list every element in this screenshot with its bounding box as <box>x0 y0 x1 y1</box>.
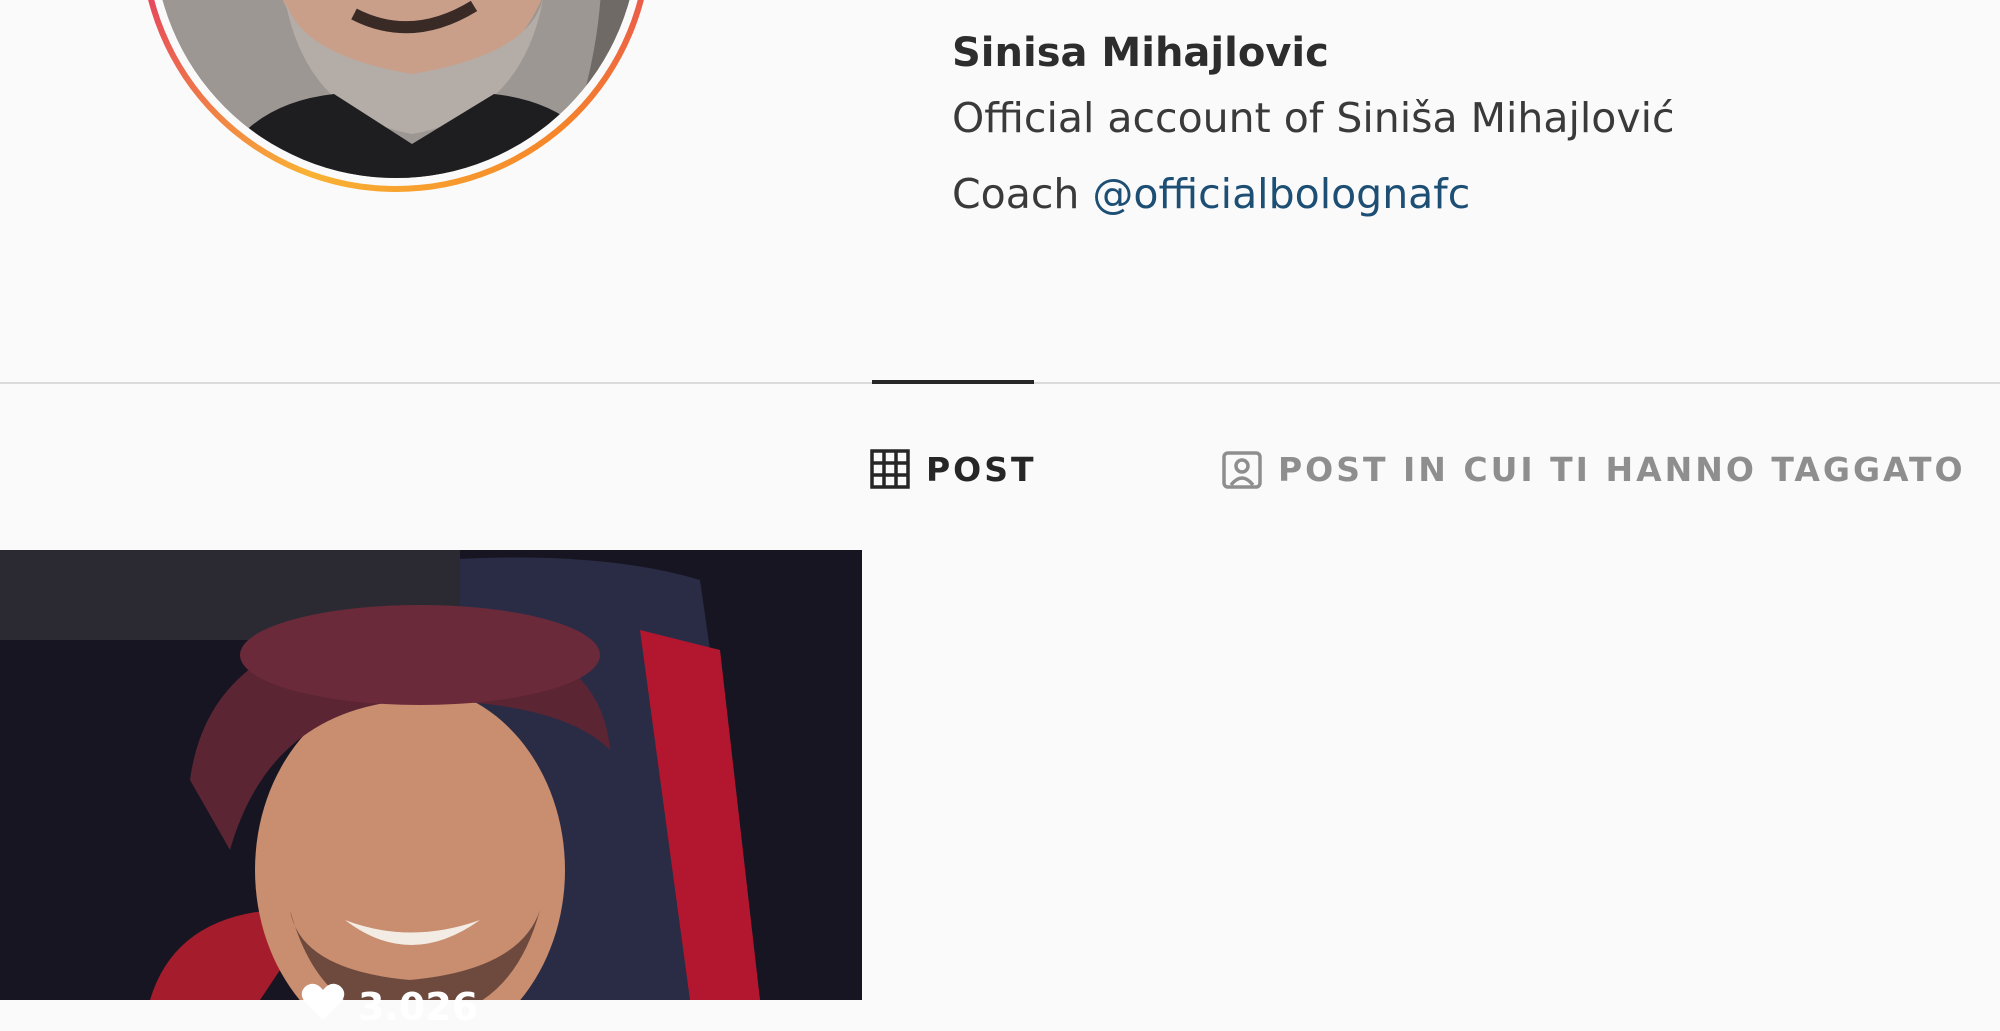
post-photo <box>0 550 862 1000</box>
profile-display-name: Sinisa Mihajlovic <box>952 30 1329 76</box>
profile-bio: Sinisa Mihajlovic Official account of Si… <box>952 26 1675 232</box>
bio-mention-link[interactable]: @officialbolognafc <box>1092 170 1470 218</box>
tab-posts[interactable]: POST <box>870 440 1037 498</box>
tab-tagged[interactable]: POST IN CUI TI HANNO TAGGATO <box>1222 440 1966 498</box>
post-like-count: 3.026 <box>300 982 478 1031</box>
tagged-icon <box>1222 449 1262 489</box>
tab-tagged-label: POST IN CUI TI HANNO TAGGATO <box>1278 449 1966 489</box>
bio-line-1: Official account of Siniša Mihajlović <box>952 94 1675 142</box>
bio-coach-text: Coach <box>952 170 1093 218</box>
profile-avatar[interactable] <box>154 0 638 178</box>
bio-line-2: Coach @officialbolognafc <box>952 156 1675 232</box>
avatar-photo <box>154 0 638 178</box>
post-thumbnail[interactable] <box>0 550 862 1000</box>
grid-icon <box>870 449 910 489</box>
active-tab-indicator <box>872 380 1034 384</box>
heart-icon <box>300 982 346 1031</box>
like-count-value: 3.026 <box>358 984 479 1029</box>
tab-posts-label: POST <box>926 449 1037 489</box>
